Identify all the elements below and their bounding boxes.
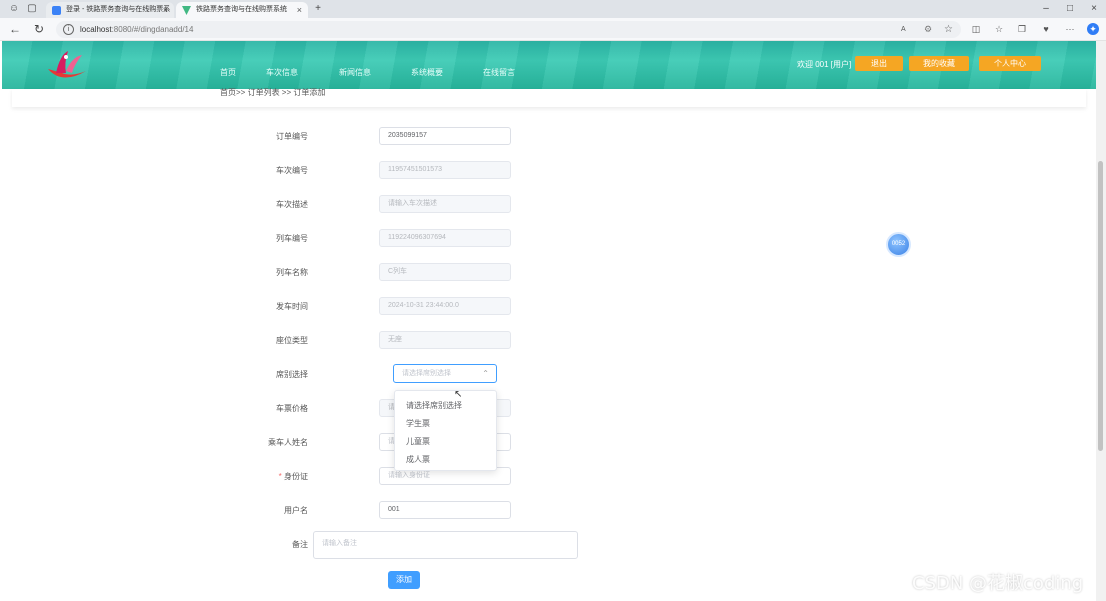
select-option[interactable]: 请选择席别选择 — [406, 400, 462, 411]
minimize-icon[interactable]: – — [1040, 3, 1052, 15]
workspaces-icon[interactable]: ▢ — [26, 3, 38, 15]
window-close-icon[interactable]: × — [1088, 3, 1100, 15]
browser-tab-bar: ☺ ▢ 登录 - 铁路票务查询与在线购票系 × 铁路票务查询与在线购票系统 × … — [0, 0, 1106, 18]
nav-news[interactable]: 新闻信息 — [339, 67, 371, 78]
floating-widget-button[interactable]: 0052 — [886, 232, 911, 257]
tab-favicon-icon — [52, 6, 61, 15]
tab-title: 登录 - 铁路票务查询与在线购票系 — [66, 6, 171, 13]
class-select-dropdown: 请选择席别选择 学生票 儿童票 成人票 — [394, 390, 497, 471]
tab-railway-system[interactable]: 铁路票务查询与在线购票系统 × — [176, 2, 308, 18]
label-remarks: 备注 — [292, 540, 308, 549]
split-screen-icon[interactable]: ◫ — [970, 23, 982, 35]
copilot-icon[interactable]: ✦ — [1087, 23, 1099, 35]
label-passenger-name: 乘车人姓名 — [268, 438, 308, 447]
select-option[interactable]: 儿童票 — [406, 436, 430, 447]
my-favorites-button[interactable]: 我的收藏 — [909, 56, 969, 71]
favorites-icon[interactable]: ☆ — [993, 23, 1005, 35]
page-scrollbar[interactable] — [1096, 41, 1106, 601]
label-departure-time: 发车时间 — [276, 302, 308, 311]
refresh-icon[interactable]: ↻ — [32, 22, 46, 36]
url-input[interactable]: i localhost:8080/#/dingdanadd/14 A ⚙ ☆ — [56, 21, 961, 38]
train-description-input[interactable]: 请输入车次描述 — [379, 195, 511, 213]
select-option[interactable]: 成人票 — [406, 454, 430, 465]
label-class-select: 席别选择 — [276, 370, 308, 379]
chevron-up-icon: ⌃ — [482, 369, 489, 378]
class-select[interactable]: 请选择席别选择 ⌃ — [393, 364, 497, 383]
more-menu-icon[interactable]: ··· — [1064, 23, 1076, 35]
close-icon[interactable]: × — [163, 2, 168, 18]
seat-type-input[interactable]: 无座 — [379, 331, 511, 349]
breadcrumb-bar: 首页>> 订单列表 >> 订单添加 — [12, 88, 1086, 107]
watermark: CSDN @花椒coding — [912, 573, 1084, 594]
collections-icon[interactable]: ❐ — [1016, 23, 1028, 35]
add-button[interactable]: 添加 — [388, 571, 420, 589]
train-number-input[interactable]: 11957451501573 — [379, 161, 511, 179]
address-bar-row: ← ↻ i localhost:8080/#/dingdanadd/14 A ⚙… — [0, 18, 1106, 41]
nav-home[interactable]: 首页 — [220, 67, 236, 78]
nav-system-overview[interactable]: 系统概要 — [411, 67, 443, 78]
remarks-textarea[interactable]: 请输入备注 — [313, 531, 578, 559]
departure-time-input[interactable]: 2024-10-31 23:44:00.0 — [379, 297, 511, 315]
tab-login[interactable]: 登录 - 铁路票务查询与在线购票系 × — [46, 2, 174, 18]
extension-icon[interactable]: ⚙ — [924, 21, 932, 38]
label-id-card-text: 身份证 — [284, 472, 308, 481]
url-path: :8080/#/dingdanadd/14 — [111, 25, 194, 34]
train-id-input[interactable]: 119224096307694 — [379, 229, 511, 247]
label-order-number: 订单编号 — [276, 132, 308, 141]
url-host: localhost — [80, 25, 112, 34]
select-option[interactable]: 学生票 — [406, 418, 430, 429]
profile-center-button[interactable]: 个人中心 — [979, 56, 1041, 71]
label-train-name: 列车名称 — [276, 268, 308, 277]
page-viewport: 首页 车次信息 新闻信息 系统概要 在线留言 欢迎 001 [用户] 退出 我的… — [2, 41, 1096, 601]
restore-icon[interactable]: □ — [1064, 3, 1076, 15]
label-train-number: 车次编号 — [276, 166, 308, 175]
label-train-id: 列车编号 — [276, 234, 308, 243]
site-info-icon[interactable]: i — [63, 24, 74, 35]
welcome-text: 欢迎 001 [用户] — [797, 60, 852, 69]
close-icon[interactable]: × — [297, 2, 302, 18]
class-select-placeholder: 请选择席别选择 — [402, 370, 451, 377]
label-ticket-price: 车票价格 — [276, 404, 308, 413]
vue-favicon-icon — [182, 6, 191, 15]
tab-title: 铁路票务查询与在线购票系统 — [196, 6, 287, 13]
label-username: 用户名 — [284, 506, 308, 515]
new-tab-icon[interactable]: + — [312, 3, 324, 15]
logout-button[interactable]: 退出 — [855, 56, 903, 71]
scrollbar-thumb[interactable] — [1098, 161, 1103, 451]
site-logo — [48, 51, 86, 78]
label-seat-type: 座位类型 — [276, 336, 308, 345]
username-input[interactable]: 001 — [379, 501, 511, 519]
site-header: 首页 车次信息 新闻信息 系统概要 在线留言 欢迎 001 [用户] 退出 我的… — [2, 41, 1096, 89]
favorite-star-icon[interactable]: ☆ — [944, 21, 953, 38]
breadcrumb: 首页>> 订单列表 >> 订单添加 — [220, 88, 326, 97]
label-id-card: * 身份证 — [228, 471, 308, 482]
order-number-input[interactable]: 2035099157 — [379, 127, 511, 145]
train-name-input[interactable]: C列车 — [379, 263, 511, 281]
nav-online-message[interactable]: 在线留言 — [483, 67, 515, 78]
mouse-cursor-icon: ↖ — [454, 389, 463, 400]
nav-train-info[interactable]: 车次信息 — [266, 67, 298, 78]
profile-icon[interactable]: ☺ — [8, 3, 20, 15]
browser-essentials-icon[interactable]: ♥ — [1040, 23, 1052, 35]
back-icon[interactable]: ← — [8, 22, 22, 36]
read-aloud-icon[interactable]: A — [901, 21, 906, 38]
label-train-description: 车次描述 — [276, 200, 308, 209]
